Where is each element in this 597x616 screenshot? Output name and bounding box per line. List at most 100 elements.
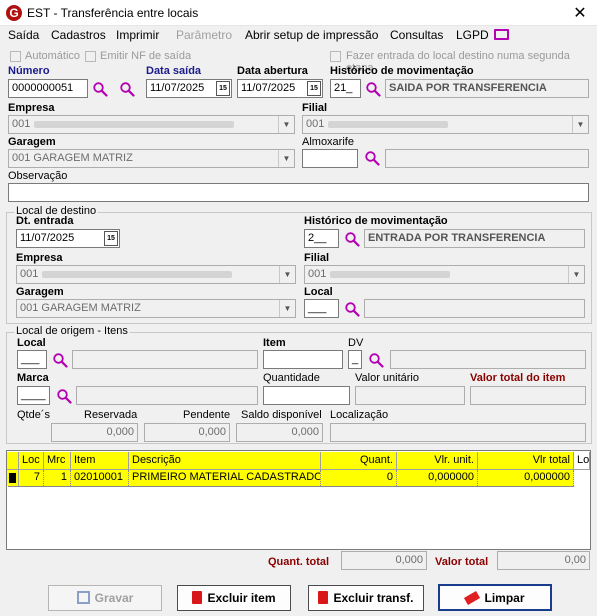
destino-filial-select[interactable]: 001 ▼ — [304, 265, 585, 284]
historico-code-field[interactable]: 21_ — [330, 79, 361, 98]
search-icon[interactable] — [344, 301, 360, 317]
pendente-label: Pendente — [183, 409, 231, 421]
calendar-icon[interactable]: 15 — [307, 81, 321, 96]
search-icon[interactable] — [119, 81, 135, 97]
grid-header-loc[interactable]: Loc — [19, 452, 44, 470]
item-field[interactable] — [263, 350, 343, 369]
eraser-icon — [464, 591, 481, 605]
numero-field[interactable]: 0000000051 — [8, 79, 88, 98]
item-label: Item — [263, 337, 286, 349]
data-saida-field[interactable]: 11/07/2025 15 — [146, 79, 232, 98]
grid-header-item[interactable]: Item — [71, 452, 129, 470]
fazer-entrada-checkbox[interactable] — [330, 51, 341, 62]
excluir-item-label: Excluir item — [207, 591, 276, 605]
row-indicator — [7, 470, 19, 486]
data-abertura-label: Data abertura — [237, 65, 308, 77]
historico-desc-field: SAIDA POR TRANSFERENCIA — [385, 79, 589, 98]
observacao-field[interactable] — [8, 183, 589, 202]
chevron-down-icon[interactable]: ▼ — [568, 266, 584, 283]
grid-cell-vlr-total[interactable]: 0,000000 — [478, 470, 574, 486]
valor-unitario-field — [355, 386, 465, 405]
destino-filial-code: 001 — [308, 268, 327, 280]
grid-header-descricao[interactable]: Descrição — [129, 452, 321, 470]
historico-label: Histórico de movimentação — [330, 65, 474, 77]
search-icon[interactable] — [344, 231, 360, 247]
grid-header-vlr-unit[interactable]: Vlr. unit. — [397, 452, 478, 470]
excluir-transf-button[interactable]: Excluir transf. — [308, 585, 424, 611]
monitor-icon[interactable] — [494, 29, 509, 40]
destino-local-field[interactable]: ___ — [304, 299, 339, 318]
search-icon[interactable] — [92, 81, 108, 97]
menu-saida[interactable]: Saída — [8, 28, 39, 42]
grid-cell-item[interactable]: 02010001 — [71, 470, 129, 486]
menu-abrir-setup[interactable]: Abrir setup de impressão — [245, 28, 378, 42]
quantidade-label: Quantidade — [263, 372, 320, 384]
excluir-item-button[interactable]: Excluir item — [177, 585, 291, 611]
valor-total-item-label: Valor total do item — [470, 372, 566, 384]
grid-cell-quant[interactable]: 0 — [321, 470, 397, 486]
grid-cell-vlr-unit[interactable]: 0,000000 — [397, 470, 478, 486]
garagem-value: 001 GARAGEM MATRIZ — [12, 152, 133, 164]
limpar-label: Limpar — [484, 591, 525, 605]
destino-empresa-select[interactable]: 001 ▼ — [16, 265, 296, 284]
calendar-icon[interactable]: 15 — [104, 231, 118, 246]
automatico-label: Automático — [25, 50, 81, 62]
grid-cell-descricao[interactable]: PRIMEIRO MATERIAL CADASTRADO — [129, 470, 321, 486]
origem-local-field[interactable]: ___ — [17, 350, 47, 369]
dv-field[interactable]: _ — [348, 350, 362, 369]
quant-total-field: 0,000 — [341, 551, 427, 570]
grid-header-vlr-total[interactable]: Vlr total — [478, 452, 574, 470]
data-abertura-field[interactable]: 11/07/2025 15 — [237, 79, 323, 98]
grid-header-lo[interactable]: Lo — [574, 452, 590, 470]
garagem-select[interactable]: 001 GARAGEM MATRIZ ▼ — [8, 149, 295, 168]
grid-cell-loc[interactable]: 7 — [19, 470, 44, 486]
chevron-down-icon[interactable]: ▼ — [572, 116, 588, 133]
search-icon[interactable] — [368, 352, 384, 368]
automatico-checkbox[interactable] — [10, 51, 21, 62]
saldo-field: 0,000 — [236, 423, 323, 442]
emitir-nf-checkbox[interactable] — [85, 51, 96, 62]
grid-header-quant[interactable]: Quant. — [321, 452, 397, 470]
menu-lgpd[interactable]: LGPD — [456, 28, 489, 42]
calendar-icon[interactable]: 15 — [216, 81, 230, 96]
menu-parametro: Parâmetro — [176, 28, 233, 42]
empresa-code: 001 — [12, 118, 31, 130]
filial-select[interactable]: 001 ▼ — [302, 115, 589, 134]
destino-historico-code-field[interactable]: 2__ — [304, 229, 339, 248]
destino-garagem-select[interactable]: 001 GARAGEM MATRIZ ▼ — [16, 299, 296, 318]
almoxarife-field[interactable] — [302, 149, 358, 168]
empresa-select[interactable]: 001 ▼ — [8, 115, 295, 134]
limpar-button[interactable]: Limpar — [438, 584, 552, 611]
grid-header-mrc[interactable]: Mrc — [44, 452, 71, 470]
row-cursor-icon — [9, 473, 16, 483]
search-icon[interactable] — [56, 388, 72, 404]
observacao-label: Observação — [8, 170, 68, 182]
origem-local-desc-field — [72, 350, 258, 369]
chevron-down-icon[interactable]: ▼ — [279, 266, 295, 283]
valor-unitario-label: Valor unitário — [355, 372, 419, 384]
search-icon[interactable] — [365, 81, 381, 97]
marca-field[interactable]: ____ — [17, 386, 50, 405]
chevron-down-icon[interactable]: ▼ — [278, 150, 294, 167]
chevron-down-icon[interactable]: ▼ — [279, 300, 295, 317]
grid-cell-mrc[interactable]: 1 — [44, 470, 71, 486]
excluir-transf-label: Excluir transf. — [333, 591, 414, 605]
almoxarife-label: Almoxarife — [302, 136, 354, 148]
destino-empresa-code: 001 — [20, 268, 39, 280]
quantidade-field[interactable] — [263, 386, 350, 405]
menu-imprimir[interactable]: Imprimir — [116, 28, 159, 42]
search-icon[interactable] — [52, 352, 68, 368]
chevron-down-icon[interactable]: ▼ — [278, 116, 294, 133]
emitir-nf-label: Emitir NF de saída — [100, 50, 192, 62]
item-desc-field — [390, 350, 586, 369]
search-icon[interactable] — [364, 150, 380, 166]
dt-entrada-field[interactable]: 11/07/2025 15 — [16, 229, 120, 248]
destino-garagem-value: 001 GARAGEM MATRIZ — [20, 302, 141, 314]
qtdes-label: Qtde´s — [17, 409, 51, 421]
trash-icon — [192, 591, 203, 604]
close-icon[interactable]: ✕ — [570, 3, 590, 23]
menu-cadastros[interactable]: Cadastros — [51, 28, 106, 42]
data-saida-value: 11/07/2025 — [150, 82, 205, 94]
valor-total-label: Valor total — [435, 556, 489, 568]
menu-consultas[interactable]: Consultas — [390, 28, 443, 42]
